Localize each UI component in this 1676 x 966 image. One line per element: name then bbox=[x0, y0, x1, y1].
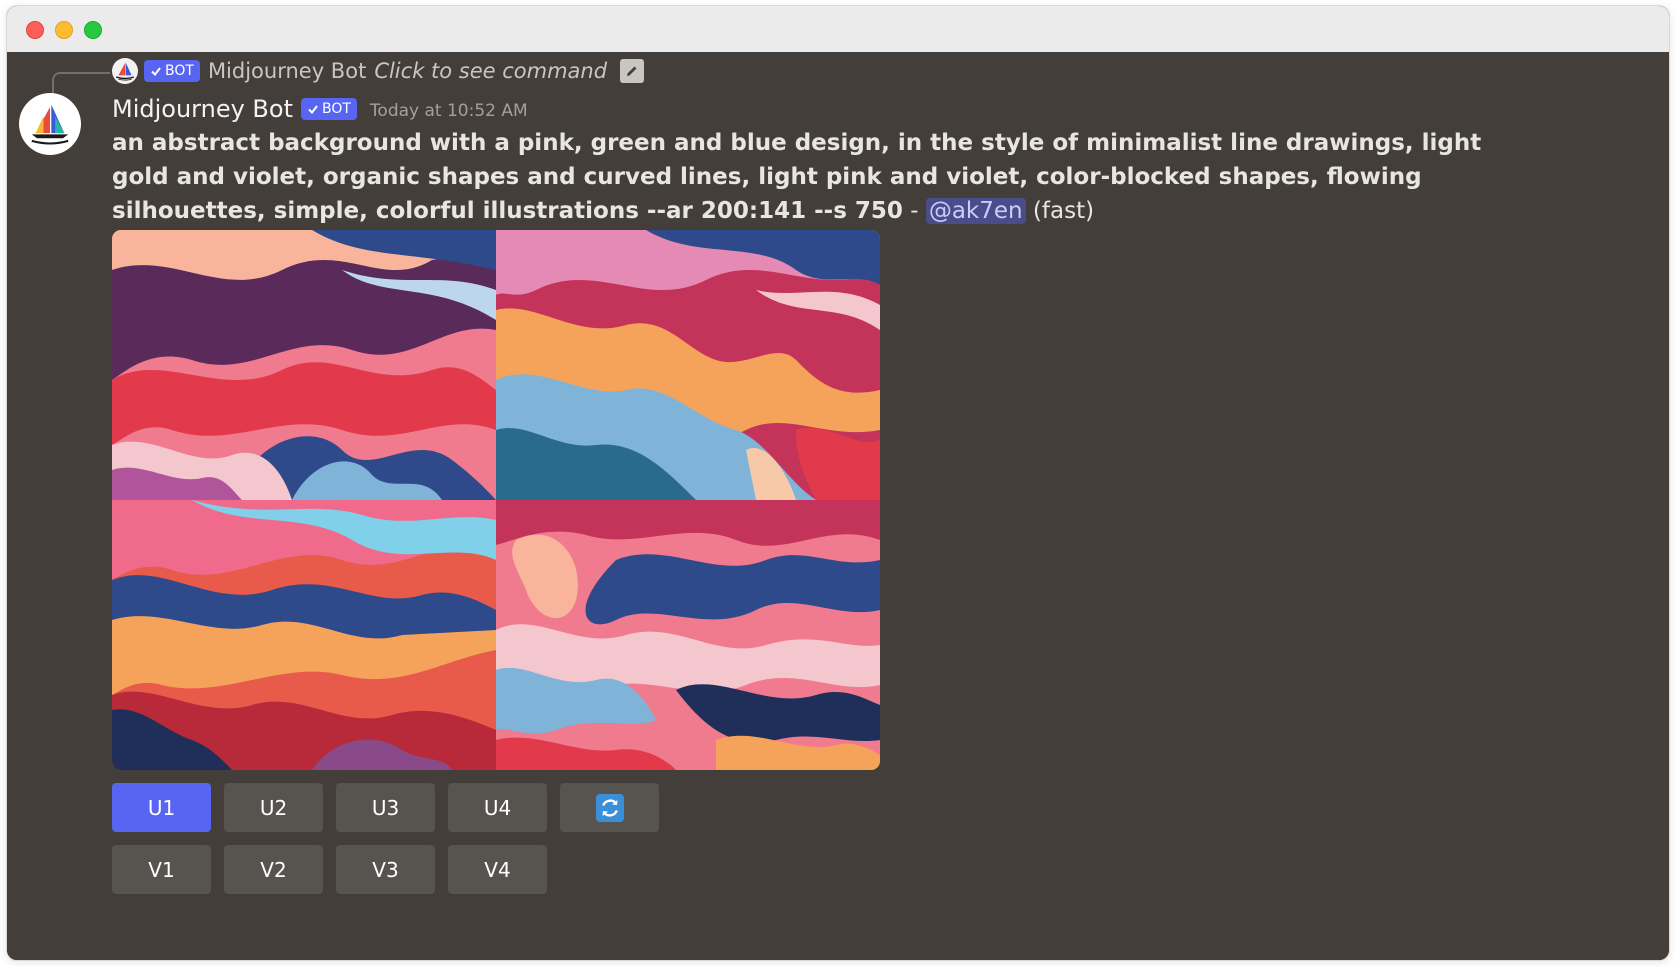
author-avatar[interactable] bbox=[19, 93, 81, 155]
reply-connector bbox=[52, 72, 110, 94]
message-timestamp: Today at 10:52 AM bbox=[369, 101, 528, 121]
image-tile-1[interactable] bbox=[112, 230, 496, 500]
variation-button-row: V1 V2 V3 V4 bbox=[112, 845, 547, 894]
user-mention[interactable]: @ak7en bbox=[925, 198, 1026, 224]
speed-label: (fast) bbox=[1025, 198, 1095, 224]
sailboat-icon bbox=[115, 62, 135, 81]
message-header: Midjourney Bot BOT Today at 10:52 AM bbox=[112, 92, 528, 126]
upscale-3-button[interactable]: U3 bbox=[336, 783, 435, 832]
zoom-window-button[interactable] bbox=[84, 21, 102, 39]
variation-1-button[interactable]: V1 bbox=[112, 845, 211, 894]
variation-2-button[interactable]: V2 bbox=[224, 845, 323, 894]
refresh-icon bbox=[595, 793, 624, 822]
abstract-waves-image bbox=[496, 500, 880, 770]
image-tile-2[interactable] bbox=[496, 230, 880, 500]
upscale-1-button[interactable]: U1 bbox=[112, 783, 211, 832]
prompt-text: an abstract background with a pink, gree… bbox=[112, 130, 1482, 224]
variation-4-button[interactable]: V4 bbox=[448, 845, 547, 894]
image-tile-4[interactable] bbox=[496, 500, 880, 770]
bot-badge: BOT bbox=[300, 98, 357, 120]
reply-command-hint[interactable]: Click to see command bbox=[374, 59, 607, 83]
image-tile-3[interactable] bbox=[112, 500, 496, 770]
image-grid[interactable] bbox=[112, 230, 880, 770]
abstract-waves-image bbox=[496, 230, 880, 500]
abstract-waves-image bbox=[112, 500, 496, 770]
message-body: an abstract background with a pink, gree… bbox=[112, 126, 1522, 228]
upscale-2-button[interactable]: U2 bbox=[224, 783, 323, 832]
close-window-button[interactable] bbox=[26, 21, 44, 39]
pencil-square-icon[interactable] bbox=[620, 59, 645, 83]
sailboat-icon bbox=[31, 104, 69, 145]
title-bar bbox=[7, 6, 1669, 52]
app-window: BOT Midjourney Bot Click to see command … bbox=[7, 6, 1669, 960]
message-area: BOT Midjourney Bot Click to see command … bbox=[7, 52, 1669, 960]
minimize-window-button[interactable] bbox=[55, 21, 73, 39]
reply-avatar[interactable] bbox=[112, 58, 138, 84]
author-name[interactable]: Midjourney Bot bbox=[112, 95, 293, 123]
variation-3-button[interactable]: V3 bbox=[336, 845, 435, 894]
bot-badge: BOT bbox=[144, 60, 200, 82]
checkmark-icon bbox=[151, 67, 161, 77]
upscale-4-button[interactable]: U4 bbox=[448, 783, 547, 832]
prompt-separator: - bbox=[902, 198, 926, 224]
reply-author-name[interactable]: Midjourney Bot bbox=[208, 59, 366, 83]
reply-reference[interactable]: BOT Midjourney Bot Click to see command bbox=[112, 56, 645, 86]
abstract-waves-image bbox=[112, 230, 496, 500]
upscale-button-row: U1 U2 U3 U4 bbox=[112, 783, 659, 832]
reroll-button[interactable] bbox=[560, 783, 659, 832]
checkmark-icon bbox=[308, 105, 318, 115]
